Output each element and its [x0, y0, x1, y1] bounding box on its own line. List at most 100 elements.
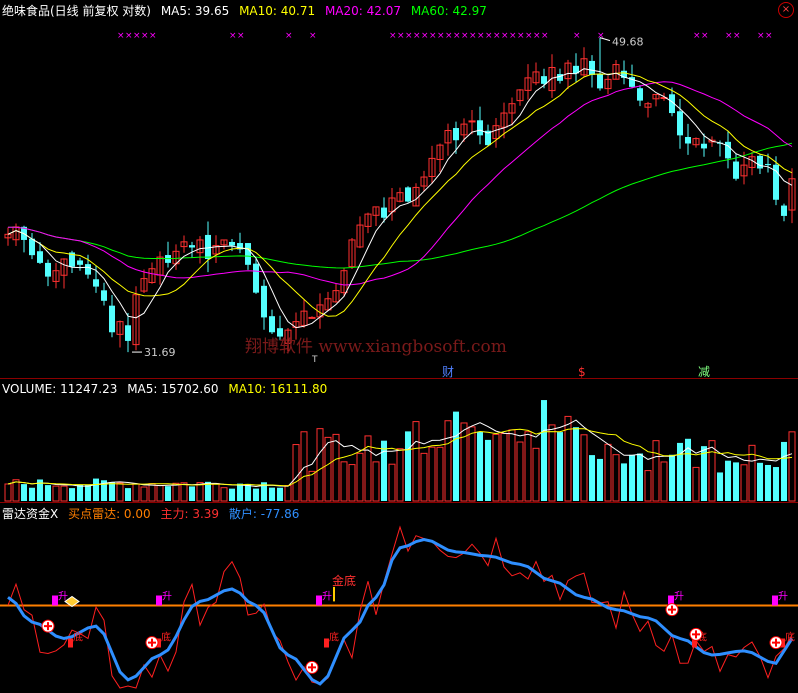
candle-body: [308, 316, 316, 319]
x-marker: ×: [117, 31, 125, 41]
radar-chart[interactable]: 升升升升升底底底底底金底: [0, 503, 798, 693]
volume-bar: [524, 431, 532, 502]
volume-bar: [348, 464, 356, 502]
volume-bar: [277, 487, 283, 501]
radar-panel[interactable]: 雷达资金X 买点雷达: 0.00 主力: 3.39 散户: -77.86 升升升…: [0, 503, 798, 693]
x-marker: ×: [437, 31, 445, 41]
volume-bar: [500, 432, 508, 502]
volume-bar: [717, 472, 723, 501]
candle-body: [45, 262, 51, 277]
volume-bar: [733, 462, 739, 501]
x-marker: ×: [285, 31, 293, 41]
volume-bar: [773, 467, 779, 501]
x-marker: ×: [309, 31, 317, 41]
x-marker: ×: [149, 31, 157, 41]
volume-panel[interactable]: VOLUME: 11247.23 MA5: 15702.60 MA10: 161…: [0, 380, 798, 503]
volume-bar: [444, 420, 452, 502]
volume-bar: [468, 426, 476, 502]
candle-body: [637, 88, 643, 101]
candlestick-chart[interactable]: × × × × × × × × × × × × × × × × × × × × × × × × × × × × × × × × × × × × ×49.…: [0, 0, 798, 380]
volume-bar: [557, 432, 563, 501]
price-panel[interactable]: 绝味食品(日线 前复权 对数) MA5: 39.65 MA10: 40.71 M…: [0, 0, 798, 380]
volume-bar: [405, 431, 411, 501]
volume-bar: [757, 462, 763, 501]
x-marker: ×: [597, 31, 605, 41]
watermark: 翔博软件 www.xiangbosoft.com: [245, 337, 507, 357]
volume-bar: [788, 431, 796, 502]
volume-bar: [292, 444, 300, 502]
candle-body: [229, 241, 235, 246]
event-marker: 减: [698, 365, 710, 379]
volume-bar: [532, 447, 540, 502]
x-marker: ×: [517, 31, 525, 41]
x-marker: ×: [461, 31, 469, 41]
volume-bar: [701, 446, 707, 501]
candle-body: [245, 243, 251, 265]
volume-bar: [116, 482, 124, 502]
high-label: 49.68: [612, 36, 644, 49]
x-marker: ×: [501, 31, 509, 41]
candle-body: [733, 161, 739, 179]
x-marker: ×: [573, 31, 581, 41]
candle-body: [261, 285, 267, 318]
volume-bar: [781, 441, 787, 501]
x-marker: ×: [229, 31, 237, 41]
candle-body: [29, 238, 35, 256]
volume-bar: [388, 463, 396, 502]
x-marker: ×: [237, 31, 245, 41]
x-marker: ×: [733, 31, 741, 41]
candle-body: [701, 143, 707, 149]
x-marker: ×: [693, 31, 701, 41]
volume-bar: [652, 440, 660, 502]
candle-body: [541, 76, 547, 84]
bottom-label: 底: [785, 631, 795, 644]
volume-bar: [332, 433, 340, 502]
x-marker: ×: [141, 31, 149, 41]
volume-bar: [45, 485, 51, 501]
volume-bar: [340, 461, 348, 502]
x-marker: ×: [485, 31, 493, 41]
candle-body: [685, 137, 691, 144]
candle-body: [77, 260, 83, 265]
volume-bar: [436, 446, 444, 502]
x-marker: ×: [701, 31, 709, 41]
x-marker: ×: [405, 31, 413, 41]
panel-divider-1[interactable]: [0, 378, 798, 379]
rise-label: 升: [778, 591, 788, 603]
x-marker: ×: [509, 31, 517, 41]
volume-bar: [180, 482, 188, 502]
volume-bar: [148, 483, 156, 502]
volume-bar: [316, 428, 324, 502]
x-marker: ×: [125, 31, 133, 41]
bottom-label: 底: [161, 631, 171, 644]
volume-bar: [4, 483, 12, 502]
candle-body: [101, 290, 107, 301]
volume-bar: [677, 442, 683, 501]
rise-label: 升: [322, 591, 332, 603]
candle-body: [677, 111, 683, 136]
x-marker: ×: [413, 31, 421, 41]
volume-bar: [669, 454, 675, 501]
volume-bar: [660, 461, 668, 502]
volume-chart[interactable]: [0, 380, 798, 503]
candle-body: [405, 187, 411, 202]
candle-body: [589, 60, 595, 75]
x-marker: ×: [397, 31, 405, 41]
volume-bar: [597, 458, 603, 501]
x-marker: ×: [493, 31, 501, 41]
candle-body: [277, 328, 283, 337]
volume-bar: [708, 440, 716, 502]
x-marker: ×: [757, 31, 765, 41]
rise-label: 升: [162, 591, 172, 603]
volume-bar: [589, 455, 595, 501]
candle-body: [781, 205, 787, 216]
volume-bar: [284, 484, 292, 502]
x-marker: ×: [389, 31, 397, 41]
volume-bar: [356, 452, 364, 502]
x-marker: ×: [429, 31, 437, 41]
volume-bar: [93, 478, 99, 501]
volume-bar: [308, 470, 316, 502]
volume-bar: [172, 482, 180, 502]
candle-body: [125, 325, 131, 341]
candle-body: [189, 245, 195, 248]
